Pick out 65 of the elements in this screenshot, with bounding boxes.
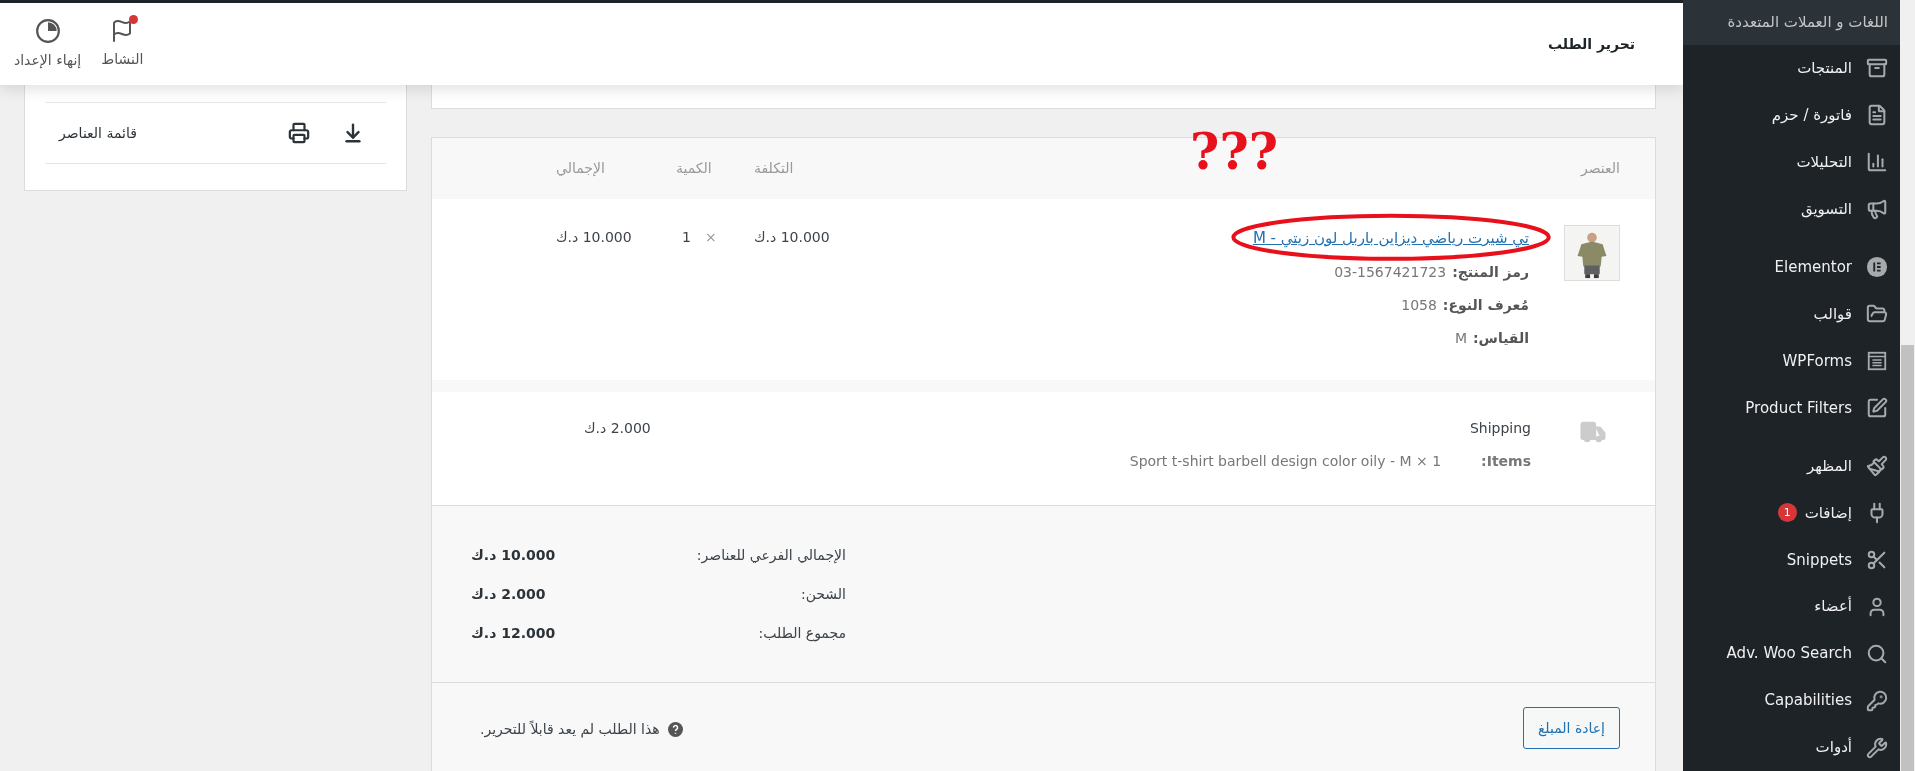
sidebar-item[interactable]: Capabilities bbox=[1683, 677, 1900, 725]
meta-label: القياس: bbox=[1472, 328, 1529, 348]
total-amount: 12.000 د.ك bbox=[471, 624, 556, 641]
archive-icon bbox=[1866, 57, 1888, 80]
total-amount: 2.000 د.ك bbox=[471, 585, 546, 602]
total-label: الشحن: bbox=[800, 585, 846, 602]
non-editable-note: هذا الطلب لم يعد قابلاً للتحرير. bbox=[480, 719, 660, 740]
sidebar-item[interactable]: التسويق bbox=[1683, 185, 1900, 233]
sidebar-item[interactable]: Adv. Woo Search bbox=[1683, 630, 1900, 678]
sidebar-item[interactable]: أعضاء bbox=[1683, 583, 1900, 631]
column-header: التكلفة bbox=[754, 160, 794, 176]
print-icon[interactable] bbox=[288, 122, 310, 144]
page-title: تحرير الطلب bbox=[1547, 34, 1635, 55]
meta-label: رمز المنتج: bbox=[1452, 262, 1529, 283]
meta-value: 1058 bbox=[1401, 295, 1437, 315]
header-action-button[interactable]: إنهاء الإعداد bbox=[4, 17, 92, 71]
meta-label: مُعرف النوع: bbox=[1442, 295, 1529, 316]
count-badge: 1 bbox=[1777, 503, 1797, 523]
meta-label: Items: bbox=[1481, 452, 1531, 471]
sidebar-item[interactable]: WPForms bbox=[1683, 337, 1900, 385]
cost-value: 10.000 د.ك bbox=[754, 229, 830, 245]
download-icon[interactable] bbox=[342, 122, 364, 144]
sidebar-item[interactable]: Product Filters bbox=[1683, 384, 1900, 432]
help-icon bbox=[667, 722, 683, 737]
meta-value: 03-1567421723 bbox=[1334, 262, 1447, 282]
column-header: الكمية bbox=[676, 160, 712, 176]
sidebar-item[interactable]: المنتجات bbox=[1683, 44, 1900, 92]
sidebar-item[interactable]: التحليلات bbox=[1683, 138, 1900, 186]
column-header: العنصر bbox=[1579, 159, 1620, 178]
refund-button[interactable]: إعادة المبلغ bbox=[1522, 707, 1620, 749]
elementor-icon bbox=[1866, 256, 1888, 279]
sidebar-item[interactable]: أدوات bbox=[1683, 724, 1900, 771]
panel-item-label: قائمة العناصر bbox=[59, 123, 137, 143]
meta-value: M bbox=[1454, 328, 1467, 348]
annotation-text: ??? bbox=[1190, 122, 1278, 182]
sidebar-item[interactable]: اللغات و العملات المتعددة bbox=[1683, 0, 1900, 45]
shipping-name: Shipping bbox=[1468, 419, 1531, 438]
shipping-total: 2.000 د.ك bbox=[584, 420, 651, 436]
sidebar-item[interactable]: فاتورة / حزم bbox=[1683, 91, 1900, 139]
form-icon bbox=[1866, 350, 1888, 372]
progress-circle-icon bbox=[34, 17, 61, 44]
total-label: مجموع الطلب: bbox=[758, 624, 846, 641]
bar-chart-icon bbox=[1866, 151, 1888, 174]
wrench-icon bbox=[1866, 736, 1888, 759]
times-sign: × bbox=[704, 228, 717, 247]
sidebar-item[interactable]: المظهر bbox=[1683, 442, 1900, 490]
header-action-button[interactable]: النشاط bbox=[91, 18, 154, 70]
sidebar-item[interactable]: Elementor bbox=[1683, 243, 1900, 291]
total-label: الإجمالي الفرعي للعناصر: bbox=[696, 546, 846, 563]
sidebar-item[interactable]: Snippets bbox=[1683, 536, 1900, 584]
document-icon bbox=[1866, 104, 1888, 127]
column-header: الإجمالي bbox=[556, 160, 605, 176]
quantity-value: 1 bbox=[682, 228, 691, 247]
meta-value: Sport t-shirt barbell design color oily - M × 1 bbox=[1129, 452, 1442, 471]
total-amount: 10.000 د.ك bbox=[471, 546, 556, 563]
sidebar-item[interactable]: قوالب bbox=[1683, 290, 1900, 338]
total-value: 10.000 د.ك bbox=[556, 229, 632, 245]
key-icon bbox=[1866, 689, 1888, 712]
paintbrush-icon bbox=[1866, 454, 1888, 477]
scrollbar-thumb[interactable] bbox=[1901, 345, 1914, 771]
scissors-icon bbox=[1866, 548, 1888, 571]
megaphone-icon bbox=[1866, 198, 1888, 221]
flag-icon bbox=[110, 18, 135, 43]
edit-icon bbox=[1866, 396, 1888, 419]
search-icon bbox=[1866, 642, 1888, 665]
